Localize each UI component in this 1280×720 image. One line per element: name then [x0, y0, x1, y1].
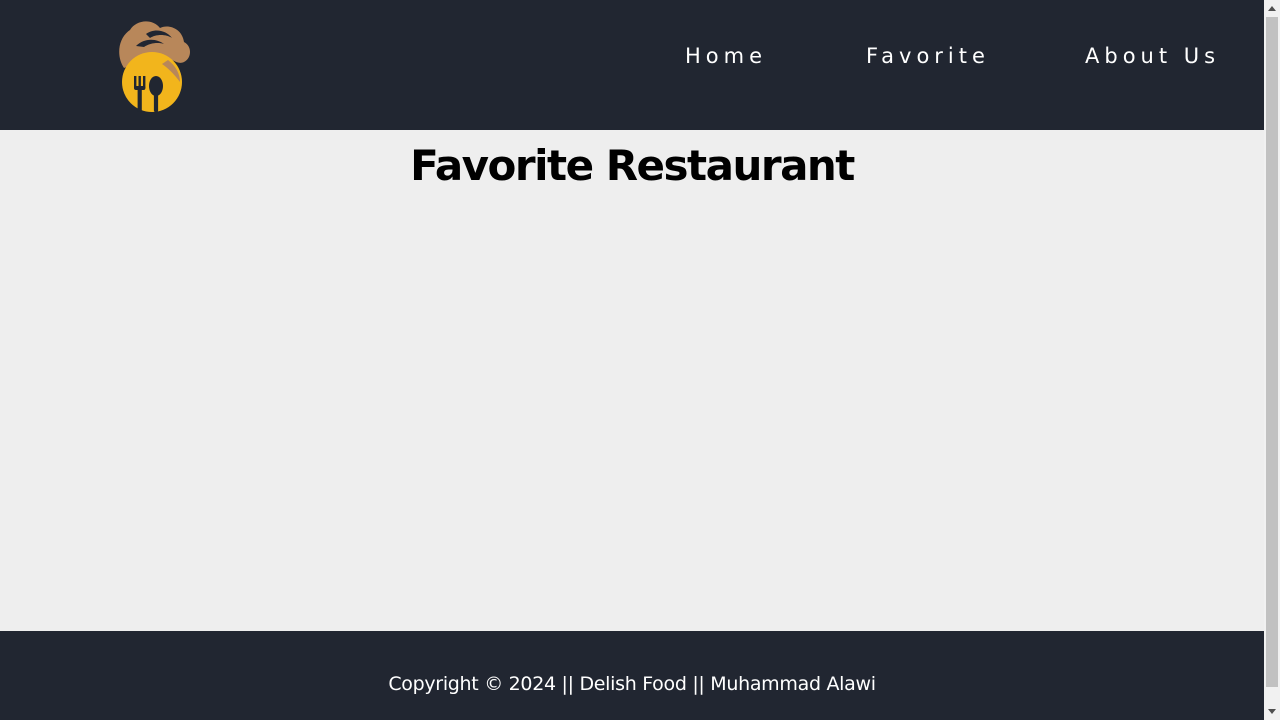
- main-content: Favorite Restaurant: [0, 130, 1264, 631]
- favorite-restaurant-list: [0, 210, 1264, 610]
- nav-home-link[interactable]: Home: [685, 40, 767, 72]
- vertical-scrollbar[interactable]: [1264, 0, 1280, 720]
- nav-about-us-link[interactable]: About Us: [1085, 40, 1220, 72]
- scrollbar-thumb[interactable]: [1266, 17, 1278, 687]
- chef-hat-fork-spoon-logo-icon: [119, 21, 190, 112]
- navbar: Home Favorite About Us: [0, 0, 1264, 130]
- footer-copyright: Copyright © 2024 || Delish Food || Muham…: [388, 673, 876, 695]
- scroll-up-arrow-icon[interactable]: [1264, 0, 1280, 17]
- logo-link[interactable]: [110, 16, 196, 114]
- scroll-down-arrow-icon[interactable]: [1264, 703, 1280, 720]
- nav-favorite-link[interactable]: Favorite: [866, 40, 990, 72]
- page-title: Favorite Restaurant: [410, 141, 855, 190]
- page: Home Favorite About Us Favorite Restaura…: [0, 0, 1264, 720]
- footer: Copyright © 2024 || Delish Food || Muham…: [0, 631, 1264, 720]
